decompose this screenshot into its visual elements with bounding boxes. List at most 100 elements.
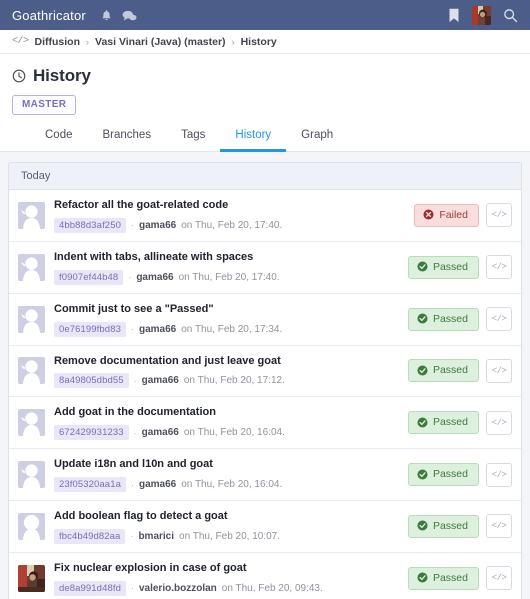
commit-timestamp: on Thu, Feb 20, 17:34. — [181, 323, 283, 335]
view-code-button[interactable]: </> — [486, 203, 512, 228]
commit-title[interactable]: Add goat in the documentation — [54, 405, 400, 420]
commit-meta: 672429931233 · gama66 on Thu, Feb 20, 16:04… — [54, 425, 400, 441]
build-status-badge[interactable]: Failed — [414, 203, 479, 227]
build-status-label: Passed — [432, 416, 468, 429]
commit-row[interactable]: Indent with tabs, allineate with spaces f… — [9, 241, 521, 294]
tab-history[interactable]: History — [220, 129, 287, 152]
meta-separator: · — [130, 531, 134, 542]
code-icon: </> — [491, 573, 507, 584]
breadcrumb-separator: › — [231, 36, 235, 47]
commit-info: Fix nuclear explosion in case of goat de8… — [54, 561, 408, 596]
commit-row[interactable]: Fix nuclear explosion in case of goat de8… — [9, 552, 521, 599]
commit-timestamp: on Thu, Feb 20, 17:40. — [178, 271, 280, 283]
commit-hash[interactable]: 23f05320aa1a — [54, 477, 126, 493]
commit-author[interactable]: gama66 — [139, 324, 176, 335]
avatar[interactable] — [472, 5, 491, 25]
breadcrumb: </> Diffusion › Vasi Vinari (Java) (mast… — [0, 30, 530, 54]
commit-hash[interactable]: 0e76199fbd83 — [54, 321, 126, 337]
commit-author[interactable]: gama66 — [139, 220, 176, 231]
build-status-badge[interactable]: Passed — [407, 514, 479, 538]
check-circle-icon — [417, 469, 428, 480]
breadcrumb-item-diffusion[interactable]: Diffusion — [35, 36, 81, 48]
author-avatar — [18, 253, 45, 281]
top-navigation-bar: Goathricator — [0, 0, 530, 30]
commit-hash[interactable]: f0907ef44b48 — [54, 269, 124, 285]
check-circle-icon — [417, 365, 428, 376]
tab-code[interactable]: Code — [30, 129, 88, 152]
breadcrumb-item-history[interactable]: History — [241, 36, 277, 48]
build-status-badge[interactable]: Passed — [407, 463, 479, 487]
build-status-badge[interactable]: Passed — [407, 411, 479, 435]
search-icon[interactable] — [503, 8, 518, 23]
author-avatar — [18, 201, 45, 229]
commit-group-header: Today — [9, 163, 521, 190]
commit-timestamp: on Thu, Feb 20, 17:12. — [183, 375, 285, 387]
commit-meta: 8a49805dbd55 · gama66 on Thu, Feb 20, 17:12… — [54, 373, 400, 389]
tab-tags[interactable]: Tags — [166, 129, 220, 152]
commit-row[interactable]: Commit just to see a "Passed" 0e76199fbd8… — [9, 293, 521, 346]
view-code-button[interactable]: </> — [486, 514, 512, 539]
commit-title[interactable]: Update i18n and l10n and goat — [54, 457, 400, 472]
commit-hash[interactable]: fbc4b49d82aa — [54, 528, 126, 544]
commit-title[interactable]: Refactor all the goat-related code — [54, 198, 406, 213]
commit-title[interactable]: Indent with tabs, allineate with spaces — [54, 250, 400, 265]
commit-row[interactable]: Refactor all the goat-related code 4bb88d… — [9, 190, 521, 242]
chat-bubble-icon[interactable] — [122, 9, 137, 22]
meta-separator: · — [133, 427, 137, 438]
commit-author[interactable]: bmarici — [138, 531, 174, 542]
commit-hash[interactable]: 672429931233 — [54, 425, 129, 441]
commit-info: Remove documentation and just leave goat… — [54, 354, 408, 389]
commit-hash[interactable]: de8a991d48fd — [54, 580, 126, 596]
commit-row[interactable]: Update i18n and l10n and goat 23f05320aa1… — [9, 449, 521, 502]
commit-timestamp: on Thu, Feb 20, 09:43. — [221, 582, 323, 594]
page-header: History MASTER — [0, 54, 530, 115]
commit-author[interactable]: gama66 — [136, 272, 173, 283]
code-icon: </> — [491, 417, 507, 428]
commit-row[interactable]: Add boolean flag to detect a goat fbc4b49… — [9, 501, 521, 553]
build-status-badge[interactable]: Passed — [407, 307, 479, 331]
commit-author[interactable]: gama66 — [142, 375, 179, 386]
commit-meta: de8a991d48fd · valerio.bozzolan on Thu, Feb… — [54, 580, 400, 596]
view-code-button[interactable]: </> — [486, 462, 512, 487]
build-status-badge[interactable]: Passed — [407, 566, 479, 590]
view-code-button[interactable]: </> — [486, 358, 512, 383]
content-area: Today Refactor all the goat-related code… — [0, 152, 530, 599]
view-code-button[interactable]: </> — [486, 566, 512, 591]
app-title[interactable]: Goathricator — [12, 8, 86, 23]
meta-separator: · — [130, 324, 134, 335]
meta-separator: · — [130, 220, 134, 231]
commit-author[interactable]: gama66 — [142, 427, 179, 438]
bookmark-icon[interactable] — [448, 8, 460, 23]
commit-author[interactable]: valerio.bozzolan — [139, 583, 217, 594]
tab-bar: Code Branches Tags History Graph — [0, 115, 530, 152]
commit-info: Indent with tabs, allineate with spaces f… — [54, 250, 408, 285]
commit-row[interactable]: Remove documentation and just leave goat… — [9, 345, 521, 398]
commit-timestamp: on Thu, Feb 20, 17:40. — [181, 219, 283, 231]
tab-branches[interactable]: Branches — [88, 129, 167, 152]
build-status-badge[interactable]: Passed — [407, 359, 479, 383]
view-code-button[interactable]: </> — [486, 307, 512, 332]
commit-title[interactable]: Fix nuclear explosion in case of goat — [54, 561, 400, 576]
commit-title[interactable]: Add boolean flag to detect a goat — [54, 509, 400, 524]
tab-graph[interactable]: Graph — [286, 129, 348, 152]
commit-row[interactable]: Add goat in the documentation 67242993123… — [9, 397, 521, 450]
commit-info: Update i18n and l10n and goat 23f05320aa1… — [54, 457, 408, 493]
view-code-button[interactable]: </> — [486, 410, 512, 435]
commit-author[interactable]: gama66 — [139, 479, 176, 490]
breadcrumb-item-repository[interactable]: Vasi Vinari (Java) (master) — [95, 36, 226, 48]
build-status-label: Passed — [432, 571, 468, 584]
commit-actions: Failed </> — [414, 203, 512, 228]
breadcrumb-separator: › — [86, 36, 90, 47]
code-icon: </> — [491, 365, 507, 376]
check-circle-icon — [417, 520, 428, 532]
commit-info: Add boolean flag to detect a goat fbc4b49… — [54, 509, 408, 544]
bell-icon[interactable] — [100, 9, 113, 22]
commit-title[interactable]: Remove documentation and just leave goat — [54, 354, 400, 369]
build-status-badge[interactable]: Passed — [407, 255, 479, 279]
commit-title[interactable]: Commit just to see a "Passed" — [54, 302, 400, 317]
commit-hash[interactable]: 8a49805dbd55 — [54, 373, 129, 389]
commit-hash[interactable]: 4bb88d3af250 — [54, 217, 126, 233]
view-code-button[interactable]: </> — [486, 255, 512, 280]
commit-meta: 0e76199fbd83 · gama66 on Thu, Feb 20, 17:34… — [54, 321, 400, 337]
check-circle-icon — [417, 572, 428, 583]
